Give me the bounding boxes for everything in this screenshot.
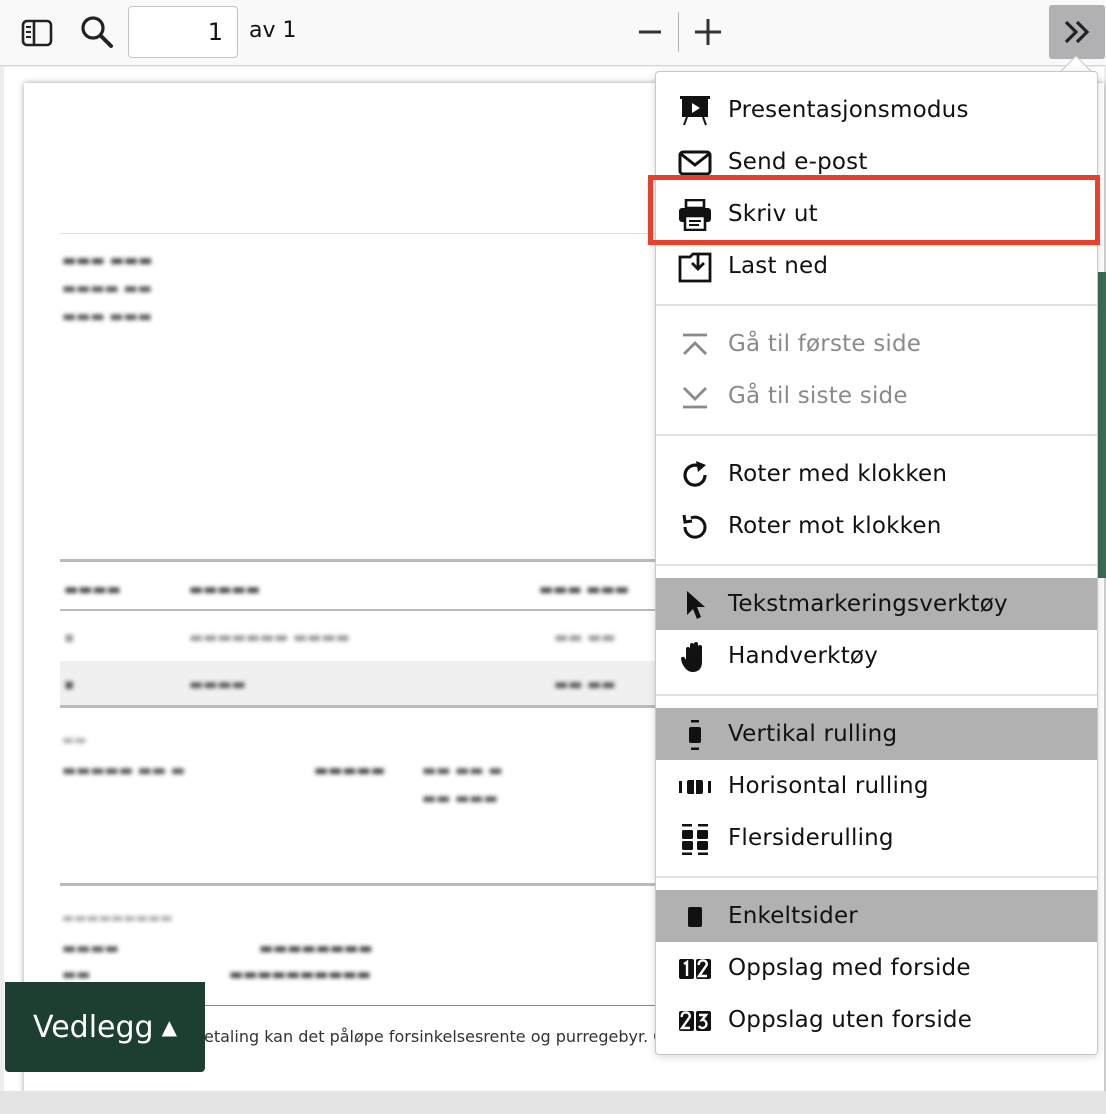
blurred-text: ▬▬▬▬ <box>62 939 119 957</box>
caret-up-icon: ▲ <box>161 1015 177 1039</box>
menu-item-label: Oppslag uten forside <box>728 1007 973 1033</box>
even-spreads-icon <box>678 1004 712 1038</box>
menu-item-rotate-ccw[interactable]: Roter mot klokken <box>656 500 1097 552</box>
menu-divider <box>656 694 1097 696</box>
menu-item-label: Oppslag med forside <box>728 955 971 981</box>
horizontal-scroll-icon <box>678 770 712 804</box>
menu-item-presentation[interactable]: Presentasjonsmodus <box>656 84 1097 136</box>
pdf-viewer: 1 av 1 ▬▬▬ ▬▬▬ ▬▬▬▬ ▬▬ ▬▬▬ ▬▬▬ ▬▬▬▬ ▬▬▬▬… <box>0 0 1106 1114</box>
blurred-text: ▬▬ <box>62 733 87 748</box>
odd-spreads-icon <box>678 952 712 986</box>
blurred-text: ▬▬▬▬▬▬▬▬▬ <box>62 911 173 926</box>
menu-item-odd-spreads[interactable]: Oppslag med forside <box>656 942 1097 994</box>
last-page-icon <box>678 380 712 414</box>
first-page-icon <box>678 328 712 362</box>
blurred-header: ▬▬▬ ▬▬▬ <box>539 580 629 598</box>
blurred-text: ▬▬ ▬▬ ▬ <box>422 761 503 779</box>
blurred-cell: ▬▬ ▬▬ <box>554 675 616 693</box>
blurred-cell: ▬▬▬▬ <box>189 675 246 693</box>
page-count-label: av 1 <box>249 18 297 43</box>
blurred-header: ▬▬▬▬▬ <box>189 580 260 598</box>
menu-item-download[interactable]: Last ned <box>656 240 1097 292</box>
double-chevron-right-icon <box>1064 20 1090 44</box>
table-bottom-rule <box>60 705 680 708</box>
attachments-label: Vedlegg <box>33 1009 154 1045</box>
menu-divider <box>656 564 1097 566</box>
menu-divider <box>656 876 1097 878</box>
blurred-text: ▬▬▬▬▬▬▬▬ <box>259 939 373 957</box>
blurred-text: ▬▬▬▬▬▬▬▬▬▬ <box>229 965 371 983</box>
download-icon <box>678 250 712 284</box>
payment-rule <box>60 883 680 886</box>
footer-rule <box>204 1005 684 1006</box>
hand-icon <box>678 640 712 674</box>
sidebar-toggle-icon <box>21 19 53 47</box>
menu-item-label: Horisontal rulling <box>728 773 929 799</box>
rotate-counterclockwise-icon <box>678 510 712 544</box>
blurred-text: ▬▬▬▬▬ <box>314 761 385 779</box>
menu-divider <box>656 304 1097 306</box>
menu-item-label: Flersiderulling <box>728 825 894 851</box>
menu-item-wrapped-scroll[interactable]: Flersiderulling <box>656 812 1097 864</box>
toolbar: 1 av 1 <box>0 0 1106 66</box>
menu-item-label: Tekstmarkeringsverktøy <box>728 591 1008 617</box>
blurred-text: ▬▬▬ ▬▬▬ <box>62 251 153 269</box>
menu-item-hand-tool[interactable]: Handverktøy <box>656 630 1097 682</box>
menu-item-label: Enkeltsider <box>728 903 858 929</box>
menu-item-first-page[interactable]: Gå til første side <box>656 318 1097 370</box>
menu-item-label: Vertikal rulling <box>728 721 898 747</box>
menu-item-label: Presentasjonsmodus <box>728 97 969 123</box>
footer-text: etaling kan det påløpe forsinkelsesrente… <box>204 1027 702 1046</box>
menu-item-label: Roter med klokken <box>728 461 948 487</box>
minus-icon <box>639 30 661 34</box>
print-highlight-box <box>648 175 1100 245</box>
menu-item-label: Handverktøy <box>728 643 879 669</box>
blurred-text: ▬▬▬ ▬▬▬ <box>62 307 152 325</box>
toolbar-divider <box>678 12 679 52</box>
blurred-text: ▬▬▬▬▬ ▬▬ ▬ <box>62 761 185 779</box>
menu-item-label: Last ned <box>728 253 829 279</box>
blurred-header: ▬▬▬▬ <box>64 580 121 598</box>
menu-item-single-pages[interactable]: Enkeltsider <box>656 890 1097 942</box>
search-button[interactable] <box>78 13 116 51</box>
menu-item-rotate-cw[interactable]: Roter med klokken <box>656 448 1097 500</box>
menu-item-label: Roter mot klokken <box>728 513 942 539</box>
table-top-rule <box>60 559 680 562</box>
table-header-rule <box>60 609 680 611</box>
menu-item-vertical-scroll[interactable]: Vertikal rulling <box>656 708 1097 760</box>
menu-item-label: Send e-post <box>728 149 868 175</box>
page-number-input[interactable]: 1 <box>128 6 238 58</box>
blurred-cell: ▪ <box>64 628 75 646</box>
cursor-arrow-icon <box>678 588 712 622</box>
sidebar-toggle-button[interactable] <box>18 14 56 52</box>
rotate-clockwise-icon <box>678 458 712 492</box>
attachments-button[interactable]: Vedlegg ▲ <box>5 982 205 1072</box>
zoom-in-button[interactable] <box>690 14 726 50</box>
menu-divider <box>656 434 1097 436</box>
zoom-out-button[interactable] <box>632 14 668 50</box>
menu-item-label: Gå til første side <box>728 331 922 357</box>
bottom-strip <box>0 1091 1106 1114</box>
blurred-cell: ▬▬▬▬▬▬▬ ▬▬▬▬ <box>189 628 350 646</box>
plus-icon <box>695 19 721 45</box>
vertical-scroll-icon <box>678 718 712 752</box>
tools-menu-button[interactable] <box>1049 5 1105 59</box>
wrapped-scroll-icon <box>678 822 712 856</box>
presentation-icon <box>678 94 712 128</box>
menu-item-even-spreads[interactable]: Oppslag uten forside <box>656 994 1097 1046</box>
search-icon <box>81 16 113 48</box>
menu-item-text-selection-tool[interactable]: Tekstmarkeringsverktøy <box>656 578 1097 630</box>
blurred-text: ▬▬▬▬ ▬▬ <box>62 279 152 297</box>
blurred-text: ▬▬ <box>62 965 91 983</box>
menu-item-horizontal-scroll[interactable]: Horisontal rulling <box>656 760 1097 812</box>
blurred-cell: ▪ <box>64 675 75 693</box>
menu-item-last-page[interactable]: Gå til siste side <box>656 370 1097 422</box>
single-page-icon <box>678 900 712 934</box>
blurred-text: ▬▬ ▬▬▬ <box>422 789 498 807</box>
menu-item-label: Gå til siste side <box>728 383 908 409</box>
blurred-cell: ▬▬ ▬▬ <box>554 628 616 646</box>
